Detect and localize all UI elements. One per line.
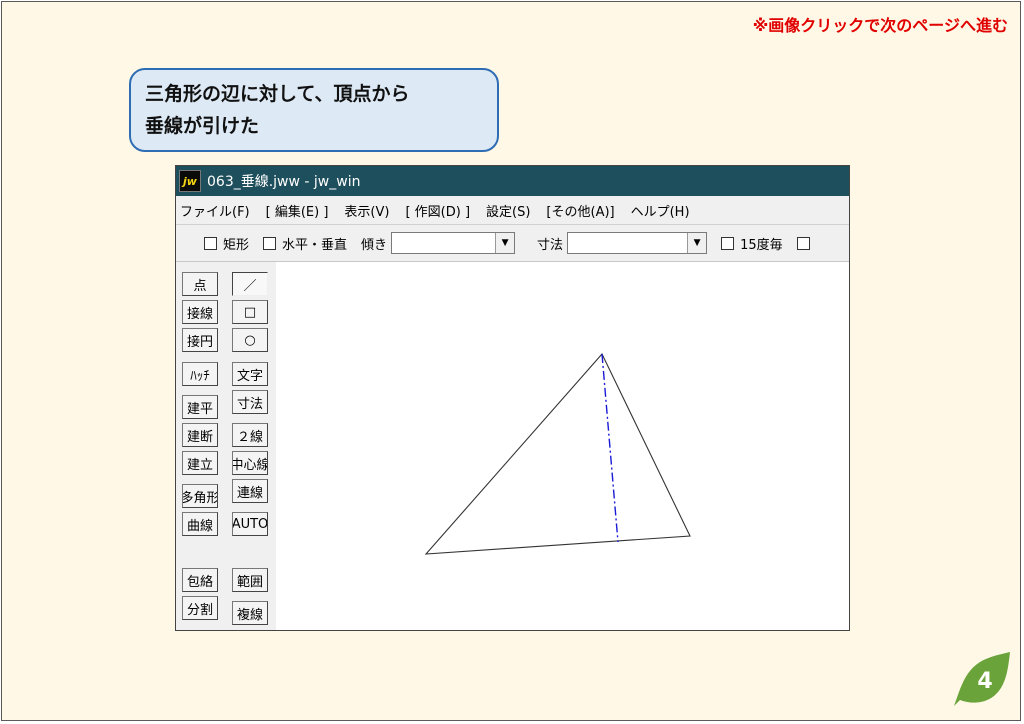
jw-app-icon: jw bbox=[179, 170, 201, 192]
drawing-canvas[interactable] bbox=[276, 262, 849, 630]
deg15-checkbox[interactable] bbox=[721, 236, 735, 250]
rect-checkbox[interactable] bbox=[204, 236, 217, 250]
tool-polygon[interactable]: 多角形 bbox=[182, 484, 218, 508]
callout-box: 三角形の辺に対して、頂点から 垂線が引けた bbox=[129, 68, 499, 152]
page-number: 4 bbox=[977, 669, 992, 694]
deg15-label: 15度毎 bbox=[740, 237, 783, 253]
tool-auto[interactable]: AUTO bbox=[232, 512, 268, 536]
tool-options-bar: 矩形 水平・垂直 傾き ▼ 寸法 ▼ 15度毎 bbox=[176, 224, 849, 262]
tool-panel: 点 接線 接円 ﾊｯﾁ 建平 建断 建立 多角形 曲線 包絡 分割 ／ □ ○ … bbox=[176, 262, 277, 630]
app-window: jw 063_垂線.jww - jw_win ファイル(F) [ 編集(E) ]… bbox=[175, 165, 850, 631]
tool-chain-line[interactable]: 連線 bbox=[232, 479, 268, 503]
next-page-hint[interactable]: ※画像クリックで次のページへ進む bbox=[753, 12, 1008, 36]
tool-divide[interactable]: 分割 bbox=[182, 596, 218, 620]
tool-range[interactable]: 範囲 bbox=[232, 568, 268, 592]
main-area: 点 接線 接円 ﾊｯﾁ 建平 建断 建立 多角形 曲線 包絡 分割 ／ □ ○ … bbox=[176, 262, 849, 630]
menu-file[interactable]: ファイル(F) bbox=[180, 201, 250, 220]
menu-view[interactable]: 表示(V) bbox=[344, 201, 389, 220]
menu-settings[interactable]: 設定(S) bbox=[486, 201, 530, 220]
tool-section[interactable]: 建断 bbox=[182, 423, 218, 447]
tool-curve[interactable]: 曲線 bbox=[182, 512, 218, 536]
hv-label: 水平・垂直 bbox=[282, 237, 348, 253]
menu-bar: ファイル(F) [ 編集(E) ] 表示(V) [ 作図(D) ] 設定(S) … bbox=[176, 196, 849, 224]
dim-combo[interactable]: ▼ bbox=[567, 232, 708, 254]
dim-label: 寸法 bbox=[537, 237, 564, 253]
window-title: 063_垂線.jww - jw_win bbox=[207, 174, 361, 190]
extra-checkbox[interactable] bbox=[796, 236, 810, 250]
chevron-down-icon[interactable]: ▼ bbox=[687, 233, 707, 253]
tool-text[interactable]: 文字 bbox=[232, 362, 268, 386]
slope-label: 傾き bbox=[361, 237, 388, 253]
tool-tangent-circle[interactable]: 接円 bbox=[182, 328, 218, 352]
tool-envelope[interactable]: 包絡 bbox=[182, 568, 218, 592]
page-number-badge: 4 bbox=[954, 652, 1010, 706]
tool-line[interactable]: ／ bbox=[232, 272, 268, 296]
tool-point[interactable]: 点 bbox=[182, 272, 218, 296]
tool-hatch[interactable]: ﾊｯﾁ bbox=[182, 362, 218, 386]
menu-edit[interactable]: [ 編集(E) ] bbox=[266, 201, 329, 220]
chevron-down-icon[interactable]: ▼ bbox=[495, 233, 515, 253]
callout-line-2: 垂線が引けた bbox=[145, 115, 260, 137]
drawing-svg bbox=[424, 353, 691, 555]
title-bar[interactable]: jw 063_垂線.jww - jw_win bbox=[176, 166, 849, 196]
tool-plan[interactable]: 建平 bbox=[182, 395, 218, 419]
tool-dimension[interactable]: 寸法 bbox=[232, 390, 268, 414]
dim-value bbox=[568, 233, 687, 253]
tool-center-line[interactable]: 中心線 bbox=[232, 451, 268, 475]
tool-circle[interactable]: ○ bbox=[232, 328, 268, 352]
menu-other[interactable]: [その他(A)] bbox=[546, 201, 614, 220]
callout-line-1: 三角形の辺に対して、頂点から bbox=[145, 83, 410, 105]
menu-draw[interactable]: [ 作図(D) ] bbox=[405, 201, 470, 220]
slope-value bbox=[392, 233, 495, 253]
rect-label: 矩形 bbox=[223, 237, 250, 253]
tool-tangent-line[interactable]: 接線 bbox=[182, 300, 218, 324]
tool-elevation[interactable]: 建立 bbox=[182, 451, 218, 475]
hv-checkbox[interactable] bbox=[263, 236, 277, 250]
tool-copy-line[interactable]: 複線 bbox=[232, 601, 268, 625]
menu-help[interactable]: ヘルプ(H) bbox=[631, 201, 690, 220]
slope-combo[interactable]: ▼ bbox=[391, 232, 516, 254]
tool-rectangle[interactable]: □ bbox=[232, 300, 268, 324]
tool-double-line[interactable]: ２線 bbox=[232, 423, 268, 447]
triangle-shape bbox=[424, 353, 691, 555]
